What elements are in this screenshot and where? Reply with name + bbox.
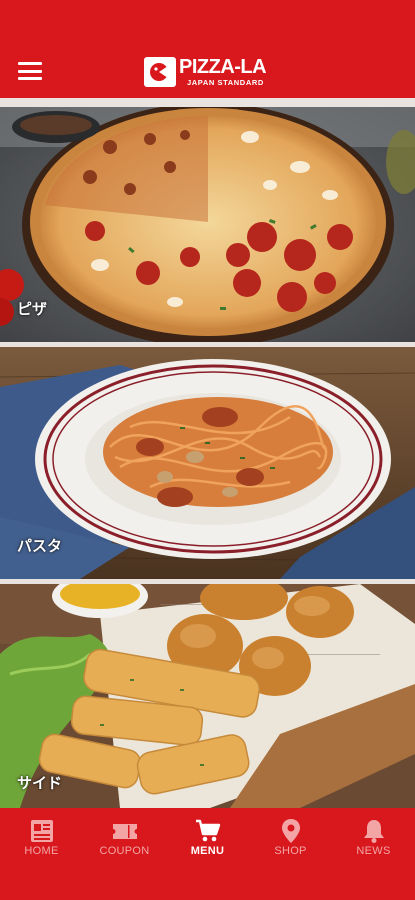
category-label-pizza: ピザ <box>17 300 48 318</box>
tab-news[interactable]: NEWS <box>332 808 415 900</box>
tab-menu[interactable]: MENU <box>166 808 249 900</box>
tab-shop-label: SHOP <box>274 845 307 857</box>
pasta-image <box>0 347 415 579</box>
logo-name: PIZZA-LA <box>179 56 267 78</box>
category-pizza[interactable]: ピザ <box>0 107 415 342</box>
bell-icon <box>363 820 384 843</box>
logo-mark-icon <box>144 57 176 87</box>
hamburger-menu-icon[interactable] <box>18 62 42 80</box>
tab-coupon-label: COUPON <box>99 845 150 857</box>
app-header: PIZZA-LA JAPAN STANDARD <box>0 0 415 98</box>
cart-icon <box>195 819 220 842</box>
pizza-la-logo[interactable]: PIZZA-LA JAPAN STANDARD <box>144 56 267 91</box>
category-side[interactable]: サイド <box>0 584 415 808</box>
bottom-tab-bar: HOME COUPON MENU SHOP NEWS <box>0 808 415 900</box>
tab-home[interactable]: HOME <box>0 808 83 900</box>
category-pasta[interactable]: パスタ <box>0 347 415 579</box>
pizza-image <box>0 107 415 342</box>
home-news-icon <box>30 820 53 842</box>
location-pin-icon <box>281 819 300 843</box>
tab-coupon[interactable]: COUPON <box>83 808 166 900</box>
tab-menu-label: MENU <box>190 845 225 857</box>
side-dish-image <box>0 584 415 808</box>
category-label-side: サイド <box>17 774 63 792</box>
tab-news-label: NEWS <box>356 845 391 857</box>
category-label-pasta: パスタ <box>17 537 63 555</box>
ticket-icon <box>112 824 137 839</box>
tab-shop[interactable]: SHOP <box>249 808 332 900</box>
logo-subtitle: JAPAN STANDARD <box>187 78 264 87</box>
tab-home-label: HOME <box>24 845 59 857</box>
